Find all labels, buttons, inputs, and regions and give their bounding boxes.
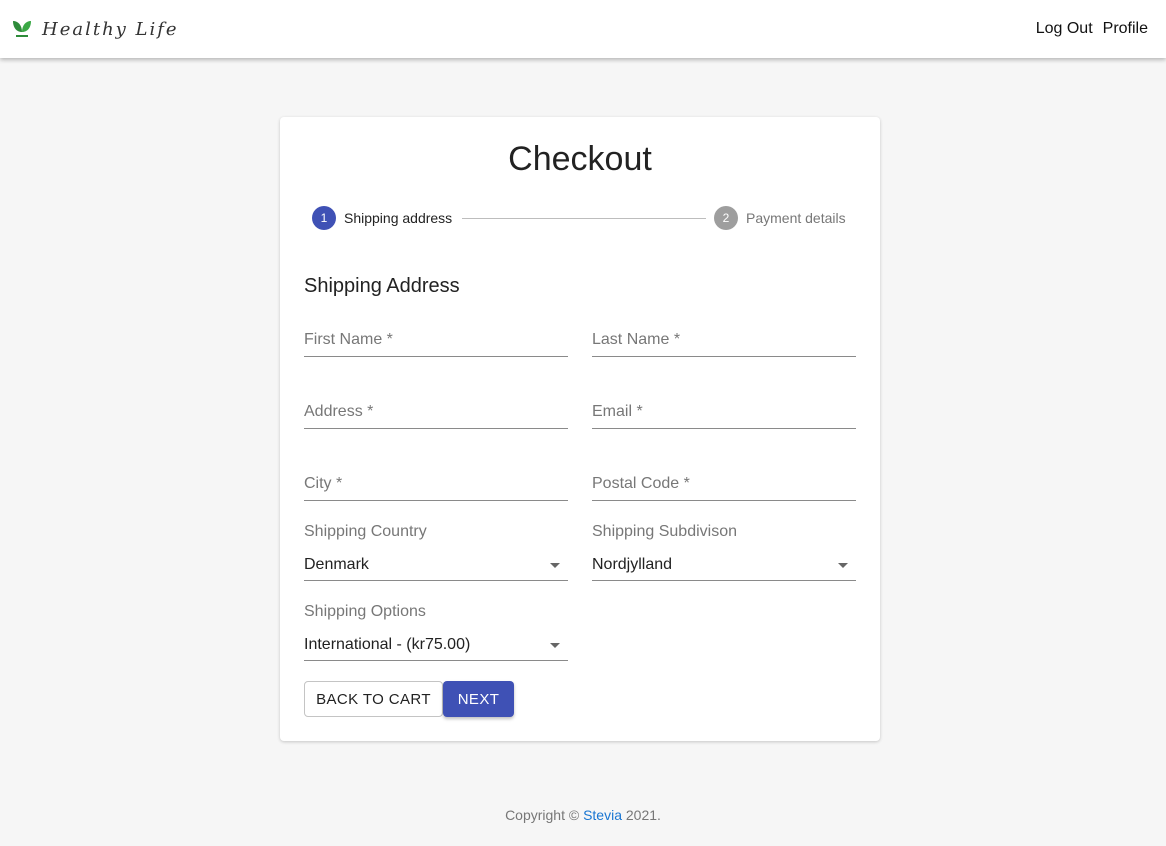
chevron-down-icon — [550, 643, 560, 648]
leaf-logo-icon — [13, 21, 31, 37]
address-field[interactable]: Address * — [304, 394, 568, 429]
step-2-label: Payment details — [746, 210, 846, 226]
copyright-year: 2021. — [625, 807, 661, 823]
shipping-country-label: Shipping Country — [304, 523, 427, 540]
shipping-options-underline — [304, 660, 568, 661]
copyright-prefix: Copyright © — [505, 807, 580, 823]
chevron-down-icon — [550, 563, 560, 568]
step-1-indicator: 1 — [312, 206, 336, 230]
first-name-underline — [304, 356, 568, 357]
brand[interactable]: Healthy Life — [12, 18, 179, 40]
email-underline — [592, 428, 856, 429]
brand-name: Healthy Life — [42, 18, 179, 40]
first-name-label: First Name * — [304, 331, 393, 348]
address-label: Address * — [304, 403, 374, 420]
last-name-field[interactable]: Last Name * — [592, 322, 856, 357]
postal-code-label: Postal Code * — [592, 475, 690, 492]
shipping-options-label: Shipping Options — [304, 603, 426, 620]
shipping-country-underline — [304, 580, 568, 581]
profile-link[interactable]: Profile — [1103, 20, 1148, 38]
section-title: Shipping Address — [304, 275, 460, 297]
step-1-label: Shipping address — [344, 210, 453, 226]
logout-link[interactable]: Log Out — [1036, 20, 1093, 38]
address-underline — [304, 428, 568, 429]
shipping-subdivision-select[interactable]: Shipping Subdivison Nordjylland — [592, 522, 856, 581]
shipping-options-value: International - (kr75.00) — [304, 636, 471, 653]
chevron-down-icon — [838, 563, 848, 568]
city-field[interactable]: City * — [304, 466, 568, 501]
shipping-subdivision-underline — [592, 580, 856, 581]
step-2-indicator: 2 — [714, 206, 738, 230]
city-underline — [304, 500, 568, 501]
last-name-label: Last Name * — [592, 331, 681, 348]
postal-code-underline — [592, 500, 856, 501]
last-name-underline — [592, 356, 856, 357]
shipping-country-select[interactable]: Shipping Country Denmark — [304, 522, 568, 581]
back-to-cart-button[interactable]: BACK TO CART — [304, 681, 443, 717]
email-field[interactable]: Email * — [592, 394, 856, 429]
postal-code-field[interactable]: Postal Code * — [592, 466, 856, 501]
stevia-link[interactable]: Stevia — [583, 807, 622, 823]
step-connector — [462, 218, 706, 219]
checkout-card: Checkout 1 Shipping address 2 Payment de… — [280, 117, 880, 741]
next-button[interactable]: NEXT — [443, 681, 514, 717]
first-name-field[interactable]: First Name * — [304, 322, 568, 357]
shipping-subdivision-label: Shipping Subdivison — [592, 523, 737, 540]
city-label: City * — [304, 475, 343, 492]
checkout-stepper: 1 Shipping address 2 Payment details — [312, 206, 848, 230]
email-label: Email * — [592, 403, 643, 420]
footer: Copyright © Stevia 2021. — [0, 807, 1166, 823]
shipping-country-value: Denmark — [304, 556, 369, 573]
app-bar: Healthy Life Log Out Profile — [0, 0, 1166, 58]
shipping-subdivision-value: Nordjylland — [592, 556, 673, 573]
shipping-options-select[interactable]: Shipping Options International - (kr75.0… — [304, 602, 568, 661]
top-nav: Log Out Profile — [1036, 20, 1148, 38]
page-title: Checkout — [508, 140, 652, 178]
